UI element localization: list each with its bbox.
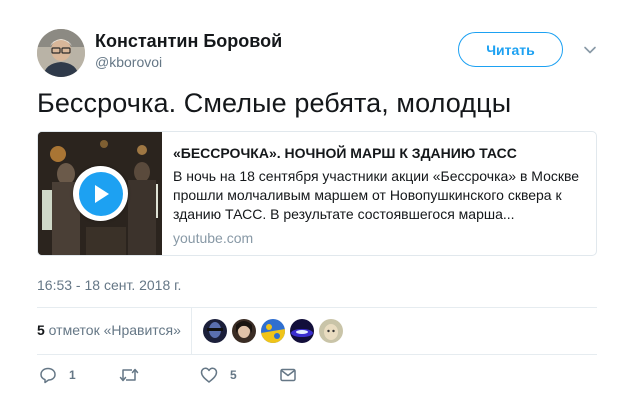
card-description: В ночь на 18 сентября участники акции «Б… [173, 168, 580, 222]
reply-count: 1 [69, 368, 76, 382]
stats-divider [191, 308, 192, 354]
like-button[interactable]: 5 [200, 366, 237, 384]
card-thumbnail[interactable] [38, 132, 162, 255]
tweet-timestamp[interactable]: 16:53 - 18 сент. 2018 г. [37, 277, 181, 293]
liker-avatar[interactable] [319, 319, 343, 343]
card-body: «БЕССРОЧКА». НОЧНОЙ МАРШ К ЗДАНИЮ ТАСС В… [173, 144, 588, 247]
reply-button[interactable]: 1 [39, 366, 76, 384]
author-name[interactable]: Константин Боровой [95, 31, 282, 52]
liker-avatar[interactable] [232, 319, 256, 343]
play-button[interactable] [73, 166, 128, 221]
likes-count-number: 5 [37, 322, 45, 338]
likes-count-link[interactable]: 5 отметок «Нравится» [37, 322, 181, 338]
retweet-button[interactable] [119, 366, 139, 384]
link-card[interactable]: «БЕССРОЧКА». НОЧНОЙ МАРШ К ЗДАНИЮ ТАСС В… [37, 131, 597, 256]
heart-icon [200, 366, 218, 384]
divider-bottom [37, 354, 597, 355]
retweet-icon [119, 366, 139, 384]
liker-avatar[interactable] [261, 319, 285, 343]
follow-button[interactable]: Читать [458, 32, 563, 67]
tweet-header: Константин Боровой @kborovoi Читать [37, 29, 597, 79]
play-icon [78, 171, 123, 216]
likes-count-label: отметок «Нравится» [44, 322, 181, 338]
liker-avatars [203, 319, 348, 343]
liker-avatar[interactable] [290, 319, 314, 343]
author-handle[interactable]: @kborovoi [95, 54, 162, 70]
reply-icon [39, 366, 57, 384]
card-domain: youtube.com [173, 230, 254, 246]
author-avatar[interactable] [37, 29, 85, 77]
tweet: Константин Боровой @kborovoi Читать Бесс… [0, 0, 633, 408]
tweet-stats: 5 отметок «Нравится» [37, 308, 597, 354]
tweet-actions: 1 5 [37, 366, 597, 388]
tweet-text: Бессрочка. Смелые ребята, молодцы [37, 88, 512, 118]
like-count: 5 [230, 368, 237, 382]
liker-avatar[interactable] [203, 319, 227, 343]
chevron-down-icon[interactable] [582, 42, 598, 58]
card-title: «БЕССРОЧКА». НОЧНОЙ МАРШ К ЗДАНИЮ ТАСС [173, 145, 517, 161]
direct-message-button[interactable] [279, 366, 297, 384]
envelope-icon [279, 366, 297, 384]
